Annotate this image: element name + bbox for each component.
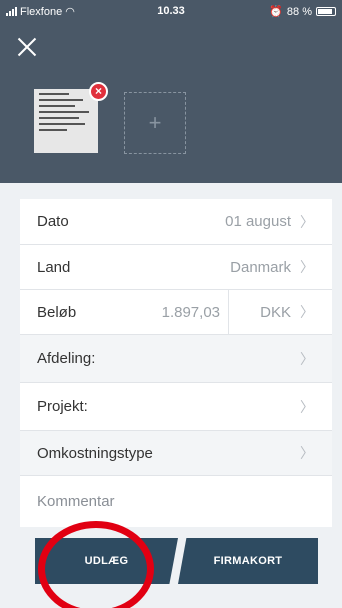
remove-icon[interactable]: × [89, 82, 108, 101]
plus-icon: + [148, 110, 162, 135]
receipt-text [39, 105, 75, 107]
highlight-circle [38, 521, 154, 608]
comment-row[interactable]: Kommentar [20, 476, 332, 527]
status-bar: Flexfone ◠ 10.33 ⏰ 88 % [0, 0, 342, 22]
receipt-text [39, 111, 89, 113]
chevron-right-icon: 〉 [300, 398, 314, 415]
department-row[interactable]: Afdeling: 〉 [20, 335, 332, 383]
battery-percent: 88 % [286, 5, 312, 18]
firmakort-button[interactable]: FIRMAKORT [178, 538, 318, 584]
date-value: 01 august [225, 213, 291, 230]
chevron-right-icon: 〉 [300, 213, 314, 230]
project-row[interactable]: Projekt: 〉 [20, 383, 332, 431]
receipt-thumbnail[interactable] [34, 89, 98, 153]
department-label: Afdeling: [37, 350, 96, 367]
date-row[interactable]: Dato 01 august 〉 [20, 199, 332, 245]
receipt-text [39, 93, 69, 95]
expense-type-row[interactable]: Omkostningstype 〉 [20, 431, 332, 476]
chevron-right-icon: 〉 [300, 304, 314, 320]
chevron-right-icon: 〉 [300, 445, 314, 461]
amount-value[interactable]: 1.897,03 [162, 304, 220, 321]
comment-field[interactable]: Kommentar [37, 493, 115, 510]
date-label: Dato [37, 213, 69, 230]
close-icon[interactable] [16, 36, 38, 58]
chevron-right-icon: 〉 [300, 350, 314, 367]
receipt-text [39, 117, 79, 119]
amount-label: Beløb [37, 303, 77, 321]
receipt-text [39, 123, 85, 125]
add-photo-button[interactable]: + [124, 92, 186, 154]
project-label: Projekt: [37, 398, 88, 415]
status-right: ⏰ 88 % [269, 5, 336, 18]
currency-value[interactable]: DKK [260, 304, 291, 321]
receipt-text [39, 99, 83, 101]
country-row[interactable]: Land Danmark 〉 [20, 245, 332, 290]
chevron-right-icon: 〉 [300, 259, 314, 275]
country-label: Land [37, 258, 71, 276]
header: Flexfone ◠ 10.33 ⏰ 88 % × + [0, 0, 342, 183]
country-value: Danmark [230, 258, 291, 276]
alarm-icon: ⏰ [269, 6, 283, 18]
amount-row[interactable]: Beløb 1.897,03 DKK 〉 [20, 290, 332, 335]
receipt-text [39, 129, 67, 131]
battery-icon [316, 7, 336, 16]
divider [228, 290, 229, 334]
expense-form: Dato 01 august 〉 Land Danmark 〉 Beløb 1.… [20, 199, 332, 527]
expense-type-label: Omkostningstype [37, 444, 153, 462]
